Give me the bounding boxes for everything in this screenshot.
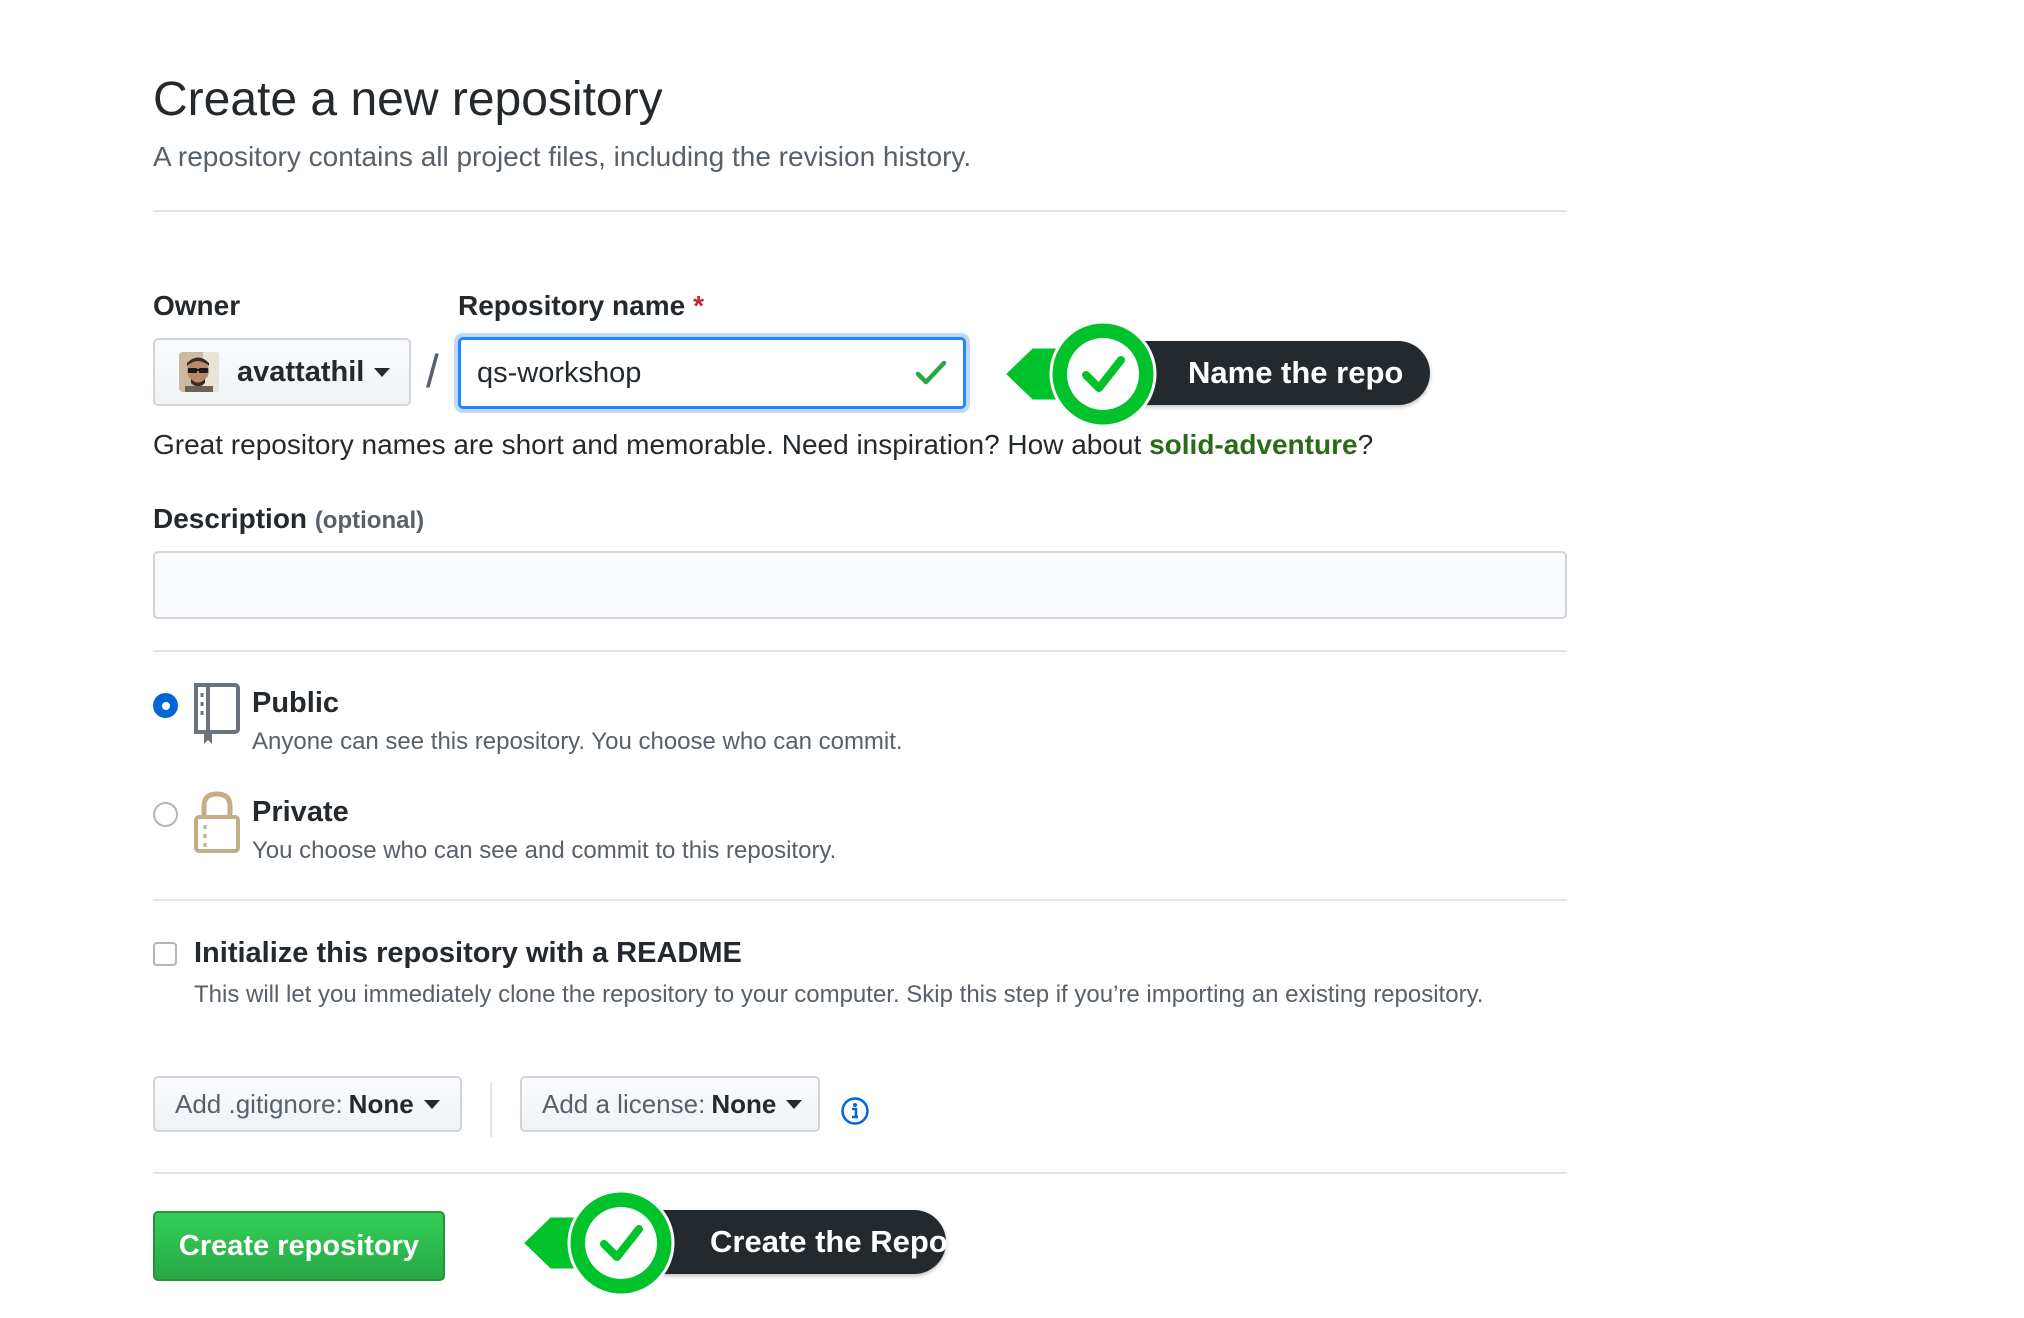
caret-down-icon bbox=[786, 1099, 803, 1109]
button-separator bbox=[490, 1083, 492, 1137]
gitignore-label: Add .gitignore: bbox=[175, 1088, 343, 1119]
caret-down-icon bbox=[374, 367, 391, 377]
callout-label: Create the Repo bbox=[710, 1224, 948, 1259]
divider bbox=[153, 899, 1567, 901]
owner-repo-separator: / bbox=[426, 345, 439, 397]
license-select[interactable]: Add a license: None bbox=[520, 1076, 820, 1132]
callout-create-the-repo: Create the Repo bbox=[520, 1188, 956, 1298]
check-icon bbox=[915, 360, 947, 385]
callout-pill: Name the repo bbox=[1112, 341, 1430, 405]
avatar bbox=[179, 352, 219, 392]
owner-label: Owner bbox=[153, 290, 241, 321]
hint-text: Great repository names are short and mem… bbox=[153, 429, 1150, 460]
license-label: Add a license: bbox=[542, 1088, 706, 1119]
description-label-text: Description bbox=[153, 503, 308, 534]
callout-label: Name the repo bbox=[1188, 355, 1404, 390]
private-radio[interactable] bbox=[153, 802, 178, 827]
divider bbox=[153, 210, 1567, 212]
repo-name-input[interactable]: qs-workshop bbox=[458, 337, 966, 409]
divider bbox=[153, 1172, 1567, 1174]
required-mark: * bbox=[693, 290, 705, 321]
repo-name-value: qs-workshop bbox=[477, 356, 642, 389]
public-desc: Anyone can see this repository. You choo… bbox=[252, 728, 903, 755]
public-title: Public bbox=[252, 687, 340, 719]
owner-select-button[interactable]: avattathil bbox=[153, 338, 411, 406]
callout-name-the-repo: Name the repo bbox=[1002, 319, 1440, 429]
hint-suffix: ? bbox=[1357, 429, 1374, 460]
gitignore-select[interactable]: Add .gitignore: None bbox=[153, 1076, 462, 1132]
callout-pill: Create the Repo bbox=[630, 1210, 948, 1274]
private-title: Private bbox=[252, 796, 349, 828]
page-subtitle: A repository contains all project files,… bbox=[153, 141, 972, 172]
lock-icon bbox=[194, 791, 240, 853]
gitignore-value: None bbox=[348, 1088, 414, 1119]
private-desc: You choose who can see and commit to thi… bbox=[252, 837, 837, 864]
readme-checkbox[interactable] bbox=[153, 942, 177, 966]
readme-title: Initialize this repository with a README bbox=[194, 937, 742, 969]
create-repository-button[interactable]: Create repository bbox=[153, 1211, 445, 1281]
description-input[interactable] bbox=[153, 551, 1567, 619]
description-label: Description (optional) bbox=[153, 503, 424, 535]
repo-name-label-text: Repository name bbox=[458, 290, 686, 321]
name-suggestion-link[interactable]: solid-adventure bbox=[1149, 429, 1357, 460]
optional-tag: (optional) bbox=[314, 507, 425, 534]
repo-book-icon bbox=[194, 683, 240, 744]
repo-name-label: Repository name * bbox=[458, 290, 704, 322]
public-radio[interactable] bbox=[153, 693, 178, 718]
avatar-image bbox=[179, 352, 219, 392]
owner-name: avattathil bbox=[237, 355, 365, 388]
readme-desc: This will let you immediately clone the … bbox=[194, 981, 1484, 1008]
page-title: Create a new repository bbox=[153, 73, 663, 126]
info-icon[interactable] bbox=[840, 1096, 870, 1126]
caret-down-icon bbox=[423, 1099, 440, 1109]
checkmark-badge-icon bbox=[567, 1189, 675, 1297]
divider bbox=[153, 650, 1567, 652]
repo-name-hint: Great repository names are short and mem… bbox=[153, 429, 1373, 461]
checkmark-badge-icon bbox=[1049, 320, 1157, 428]
license-value: None bbox=[711, 1088, 777, 1119]
